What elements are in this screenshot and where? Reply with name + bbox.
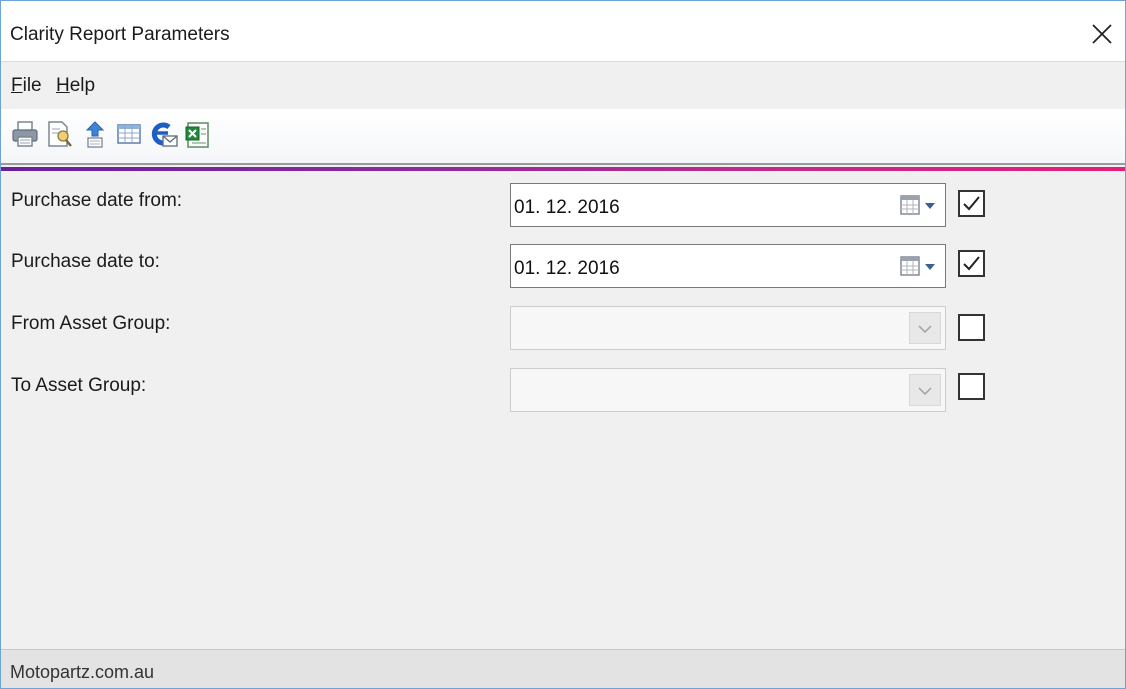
menu-help-mnemonic: H	[56, 75, 70, 96]
menu-file-label: ile	[22, 75, 42, 96]
purchase-date-from-field[interactable]: 01. 12. 2016	[510, 183, 946, 227]
from-asset-group-dropdown[interactable]	[510, 306, 946, 350]
email-icon	[151, 122, 178, 147]
excel-export-icon	[185, 122, 209, 148]
report-parameters-window: Clarity Report Parameters File Help Purc…	[0, 0, 1126, 689]
to-asset-group-label: To Asset Group:	[11, 375, 147, 396]
accent-divider	[1, 163, 1125, 171]
excel-export-button[interactable]	[184, 119, 212, 149]
menu-bar: File Help	[1, 62, 1125, 108]
print-preview-icon	[48, 121, 72, 147]
print-button[interactable]	[11, 119, 39, 149]
status-bar: Motopartz.com.au	[1, 649, 1125, 688]
from-asset-group-label: From Asset Group:	[11, 313, 171, 334]
purchase-date-from-calendar-button[interactable]	[899, 193, 939, 219]
toolbar	[1, 109, 1125, 163]
from-asset-group-checkbox[interactable]	[958, 314, 985, 341]
table-view-button[interactable]	[115, 119, 143, 149]
email-button[interactable]	[149, 119, 178, 149]
calendar-dropdown-icon	[900, 256, 935, 276]
title-bar[interactable]: Clarity Report Parameters	[1, 1, 1125, 62]
print-preview-button[interactable]	[45, 119, 73, 149]
menu-help-label: elp	[69, 75, 96, 96]
checkmark-icon	[963, 256, 980, 271]
from-asset-group-dropdown-button[interactable]	[909, 312, 941, 344]
print-icon	[12, 121, 38, 147]
purchase-date-to-calendar-button[interactable]	[899, 254, 939, 280]
close-button[interactable]	[1079, 11, 1125, 57]
to-asset-group-checkbox[interactable]	[958, 373, 985, 400]
purchase-date-to-field[interactable]: 01. 12. 2016	[510, 244, 946, 288]
to-asset-group-dropdown-button[interactable]	[909, 374, 941, 406]
to-asset-group-dropdown[interactable]	[510, 368, 946, 412]
purchase-date-from-label: Purchase date from:	[11, 190, 183, 211]
menu-file[interactable]: File	[11, 75, 42, 97]
menu-help[interactable]: Help	[56, 75, 95, 97]
close-icon	[1092, 24, 1112, 44]
export-icon	[85, 121, 105, 148]
chevron-down-icon	[918, 387, 932, 396]
status-text: Motopartz.com.au	[10, 662, 155, 682]
purchase-date-from-checkbox[interactable]	[958, 190, 985, 217]
window-title: Clarity Report Parameters	[10, 24, 230, 45]
menu-file-mnemonic: F	[11, 75, 23, 96]
table-view-icon	[117, 124, 141, 144]
parameters-panel: Purchase date from: 01. 12. 2016 Purchas…	[1, 171, 1125, 649]
checkmark-icon	[963, 196, 980, 211]
purchase-date-to-value: 01. 12. 2016	[514, 258, 620, 279]
chevron-down-icon	[918, 325, 932, 334]
purchase-date-from-value: 01. 12. 2016	[514, 197, 620, 218]
calendar-dropdown-icon	[900, 195, 935, 215]
export-button[interactable]	[81, 119, 109, 149]
purchase-date-to-label: Purchase date to:	[11, 251, 160, 272]
purchase-date-to-checkbox[interactable]	[958, 250, 985, 277]
